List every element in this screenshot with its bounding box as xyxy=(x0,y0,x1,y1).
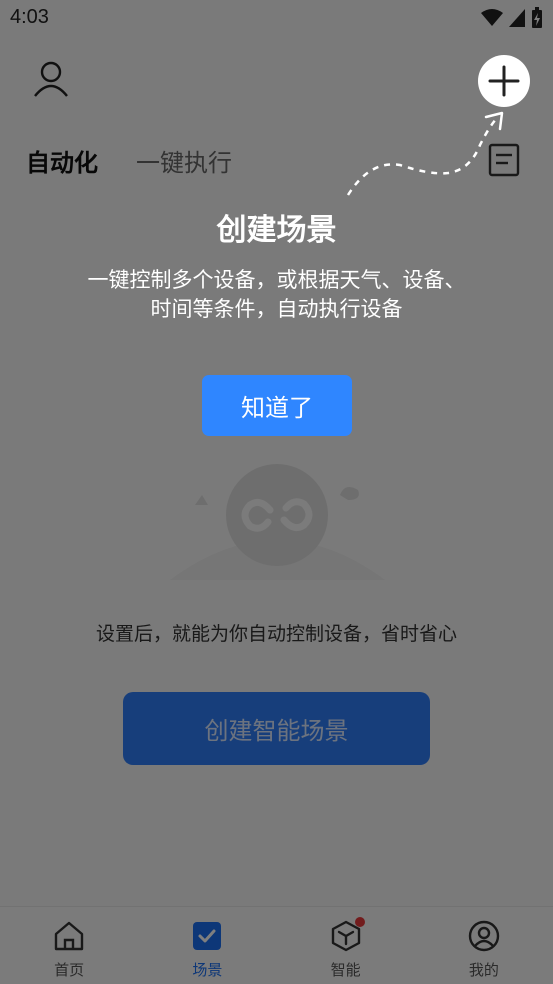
guide-arrow-icon xyxy=(346,111,504,196)
add-scene-button[interactable] xyxy=(478,55,530,107)
guide-title: 创建场景 xyxy=(216,213,337,248)
plus-icon xyxy=(488,65,520,97)
guide-description: 一键控制多个设备，或根据天气、设备、时间等条件，自动执行设备 xyxy=(87,268,466,321)
got-it-button[interactable]: 知道了 xyxy=(202,375,352,436)
